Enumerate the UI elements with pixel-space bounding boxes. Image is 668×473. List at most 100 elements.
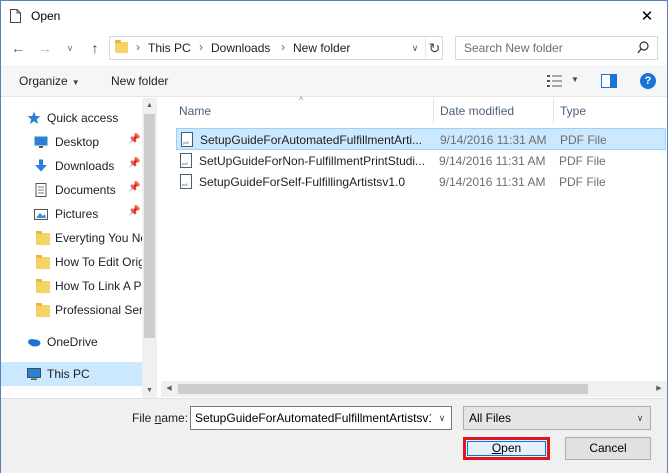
sidebar-item-label: How To Edit Origi — [55, 255, 142, 269]
refresh-icon[interactable]: ↻ — [425, 37, 443, 59]
file-type: PDF File — [560, 133, 607, 147]
file-name-label-part: File — [132, 411, 155, 425]
address-dropdown-chevron-icon[interactable]: ∨ — [407, 37, 423, 59]
file-date: 9/14/2016 11:31 AM — [439, 175, 546, 189]
folder-icon — [115, 40, 128, 53]
sidebar-item-folder[interactable]: How To Edit Origi — [1, 250, 142, 274]
file-name: SetUpGuideForNon-FulfillmentPrintStudi..… — [199, 154, 425, 168]
details-view-icon[interactable] — [546, 73, 564, 89]
file-row[interactable]: SetUpGuideForNon-FulfillmentPrintStudi..… — [176, 150, 666, 172]
sidebar-item-quick-access[interactable]: Quick access — [1, 106, 142, 130]
close-button[interactable]: ✕ — [637, 7, 657, 27]
file-type-filter-value: All Files — [469, 411, 512, 425]
sidebar-item-label: OneDrive — [47, 335, 98, 349]
sidebar-item-this-pc[interactable]: This PC — [1, 362, 142, 386]
preview-pane-icon[interactable] — [601, 74, 617, 88]
pdf-file-icon — [180, 174, 192, 189]
computer-icon — [27, 368, 41, 380]
breadcrumb-separator-icon[interactable]: › — [136, 40, 140, 54]
documents-icon — [35, 183, 47, 197]
file-type-filter-select[interactable]: All Files ∨ — [463, 406, 651, 430]
sidebar-item-pictures[interactable]: Pictures 📌 — [1, 202, 142, 226]
pin-icon[interactable]: 📌 — [128, 182, 140, 193]
sidebar-item-desktop[interactable]: Desktop 📌 — [1, 130, 142, 154]
folder-icon — [36, 303, 50, 317]
download-icon — [35, 159, 47, 172]
file-name: SetupGuideForAutomatedFulfillmentArti... — [200, 133, 423, 147]
file-name-label: File name: — [132, 411, 188, 425]
sidebar-item-label: Desktop — [55, 135, 100, 149]
column-header-type[interactable]: Type — [560, 98, 586, 124]
pdf-file-icon — [180, 153, 192, 168]
pin-icon[interactable]: 📌 — [128, 134, 140, 145]
navigation-pane: Quick access Desktop 📌 Downloads 📌 Docum… — [1, 98, 157, 398]
sidebar-item-label: Downloads — [55, 159, 115, 173]
open-button[interactable]: Open — [463, 437, 550, 460]
search-placeholder: Search New folder — [464, 41, 563, 55]
sidebar-item-onedrive[interactable]: OneDrive — [1, 330, 142, 354]
file-row[interactable]: SetupGuideForAutomatedFulfillmentArti...… — [176, 128, 666, 150]
file-list-horizontal-scrollbar[interactable]: ◀ ▶ — [161, 381, 667, 397]
open-dialog: Open ✕ ← → ∨ ↑ › This PC › Downloads › N… — [0, 0, 668, 473]
column-header-date-modified[interactable]: Date modified — [440, 98, 514, 124]
scroll-up-icon[interactable]: ▲ — [142, 98, 157, 113]
search-icon — [637, 41, 649, 54]
scroll-thumb[interactable] — [178, 384, 588, 394]
help-icon[interactable]: ? — [640, 73, 656, 89]
folder-icon — [36, 255, 50, 269]
column-divider[interactable] — [433, 98, 434, 124]
open-button-label: Open — [467, 441, 546, 456]
breadcrumb-separator-icon[interactable]: › — [199, 40, 203, 54]
column-divider[interactable] — [553, 98, 554, 124]
sidebar-item-folder[interactable]: How To Link A P — [1, 274, 142, 298]
sidebar-item-label: Quick access — [47, 111, 119, 125]
file-row[interactable]: SetupGuideForSelf-FulfillingArtistsv1.0 … — [176, 171, 666, 193]
file-name-input[interactable]: SetupGuideForAutomatedFulfillmentArtists… — [190, 406, 452, 430]
pin-icon[interactable]: 📌 — [128, 158, 140, 169]
breadcrumb-downloads[interactable]: Downloads — [211, 41, 270, 55]
caret-down-icon: ▼ — [71, 78, 80, 87]
breadcrumb-separator-icon[interactable]: › — [281, 40, 285, 54]
view-options-caret-icon[interactable]: ▼ — [571, 75, 579, 84]
organize-button[interactable]: Organize ▼ — [19, 74, 80, 88]
sidebar-item-label: Professional Serv — [55, 303, 142, 317]
scroll-down-icon[interactable]: ▼ — [142, 383, 157, 398]
scroll-right-icon[interactable]: ▶ — [651, 381, 667, 397]
file-date: 9/14/2016 11:31 AM — [440, 133, 547, 147]
sidebar-item-folder[interactable]: Everyting You Ne — [1, 226, 142, 250]
scroll-left-icon[interactable]: ◀ — [161, 381, 177, 397]
sidebar-item-downloads[interactable]: Downloads 📌 — [1, 154, 142, 178]
file-name-dropdown-chevron-icon[interactable]: ∨ — [435, 407, 449, 429]
sidebar-item-folder[interactable]: Professional Serv — [1, 298, 142, 322]
breadcrumb-new-folder[interactable]: New folder — [293, 41, 350, 55]
onedrive-icon — [28, 339, 41, 347]
navigation-pane-scrollbar[interactable]: ▲ ▼ — [142, 98, 157, 398]
search-input[interactable]: Search New folder — [455, 36, 658, 60]
title-bar: Open ✕ — [1, 1, 667, 32]
sidebar-item-label: This PC — [47, 367, 90, 381]
cancel-button[interactable]: Cancel — [565, 437, 651, 460]
file-type: PDF File — [559, 154, 606, 168]
column-header-name[interactable]: Name — [179, 98, 211, 124]
sidebar-item-label: Everyting You Ne — [55, 231, 142, 245]
open-accelerator: O — [491, 441, 502, 455]
up-arrow-icon[interactable]: ↑ — [86, 38, 104, 58]
new-folder-button[interactable]: New folder — [111, 74, 168, 88]
file-name: SetupGuideForSelf-FulfillingArtistsv1.0 — [199, 175, 406, 189]
back-arrow-icon[interactable]: ← — [9, 38, 27, 58]
file-list: ^ Name Date modified Type SetupGuideForA… — [173, 95, 667, 398]
organize-label: Organize — [19, 74, 68, 88]
open-label-rest: pen — [501, 441, 522, 455]
breadcrumb-this-pc[interactable]: This PC — [148, 41, 191, 55]
forward-arrow-icon[interactable]: → — [36, 38, 54, 58]
sidebar-item-label: Documents — [55, 183, 116, 197]
window-title: Open — [31, 9, 61, 23]
file-date: 9/14/2016 11:31 AM — [439, 154, 546, 168]
pictures-icon — [34, 209, 48, 220]
pin-icon[interactable]: 📌 — [128, 206, 140, 217]
sidebar-item-documents[interactable]: Documents 📌 — [1, 178, 142, 202]
recent-locations-chevron-icon[interactable]: ∨ — [64, 38, 76, 58]
address-bar[interactable]: › This PC › Downloads › New folder ∨ ↻ — [109, 36, 443, 60]
scroll-thumb[interactable] — [144, 114, 155, 338]
command-toolbar: Organize ▼ New folder ▼ ? — [1, 65, 667, 97]
